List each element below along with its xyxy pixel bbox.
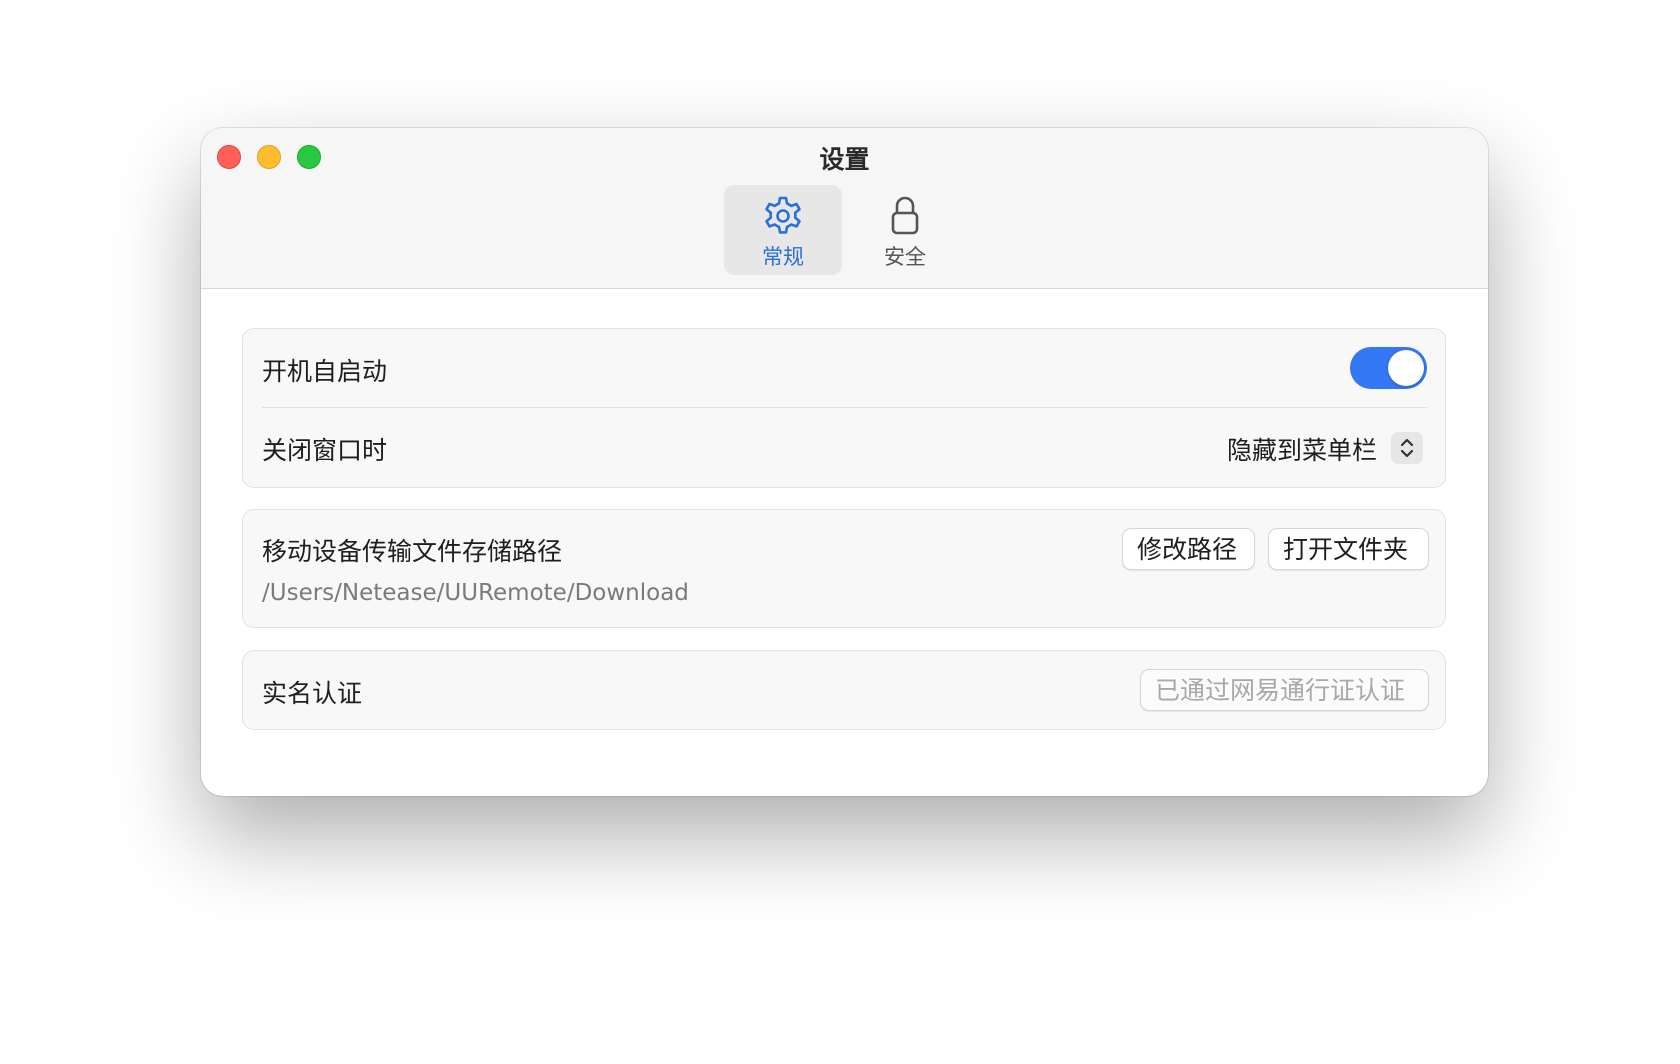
gear-icon bbox=[765, 196, 801, 234]
close-window-select[interactable]: 隐藏到菜单栏 bbox=[1227, 431, 1377, 467]
autostart-toggle[interactable] bbox=[1350, 347, 1427, 389]
startup-settings-card: 开机自启动 关闭窗口时 隐藏到菜单栏 bbox=[242, 328, 1446, 488]
transfer-path-value: /Users/Netease/UURemote/Download bbox=[262, 580, 689, 606]
toggle-knob bbox=[1388, 350, 1424, 386]
autostart-label: 开机自启动 bbox=[262, 357, 388, 386]
close-window-label: 关闭窗口时 bbox=[262, 436, 388, 465]
realname-status-button: 已通过网易通行证认证 bbox=[1140, 669, 1429, 711]
transfer-path-label: 移动设备传输文件存储路径 bbox=[262, 537, 563, 566]
tab-security[interactable]: 安全 bbox=[846, 185, 964, 275]
tab-general[interactable]: 常规 bbox=[724, 185, 842, 275]
realname-label: 实名认证 bbox=[262, 679, 363, 708]
open-folder-button[interactable]: 打开文件夹 bbox=[1268, 528, 1429, 570]
tab-general-label: 常规 bbox=[762, 245, 804, 269]
modify-path-button[interactable]: 修改路径 bbox=[1122, 528, 1255, 570]
settings-window: 设置 常规 安全 开机自启动 关闭窗口时 隐藏到菜单栏 移动设备传输文件存储路径… bbox=[201, 128, 1488, 796]
titlebar: 设置 常规 安全 bbox=[201, 128, 1488, 289]
realname-card: 实名认证 已通过网易通行证认证 bbox=[242, 650, 1446, 730]
divider bbox=[262, 407, 1427, 408]
chevron-up-down-icon bbox=[1400, 438, 1414, 458]
lock-icon bbox=[891, 196, 919, 235]
close-window-select-stepper[interactable] bbox=[1391, 432, 1423, 464]
window-title: 设置 bbox=[819, 145, 870, 174]
tab-security-label: 安全 bbox=[884, 245, 926, 269]
transfer-path-card: 移动设备传输文件存储路径 修改路径 打开文件夹 /Users/Netease/U… bbox=[242, 509, 1446, 628]
